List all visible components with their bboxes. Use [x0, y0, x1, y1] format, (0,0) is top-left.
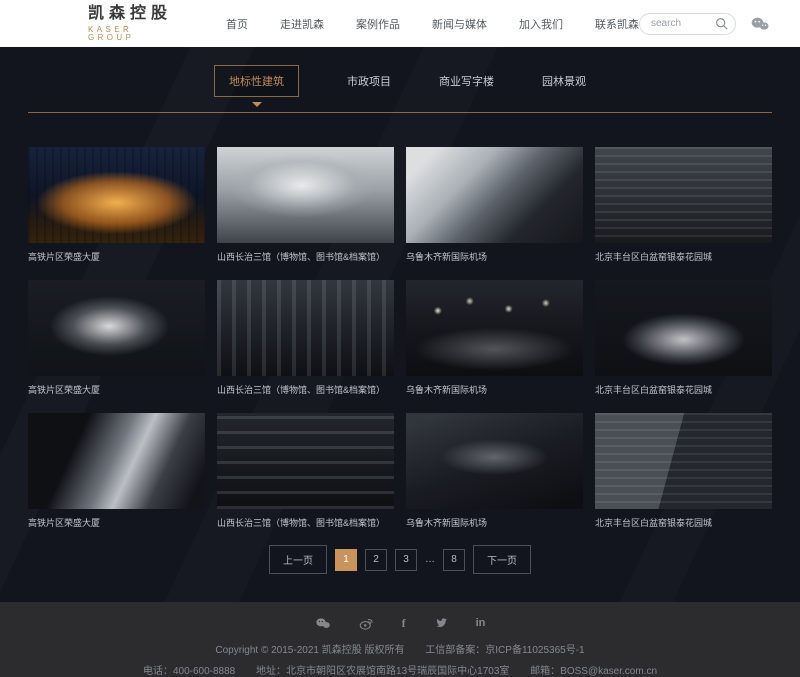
- search-icon[interactable]: [715, 17, 728, 30]
- search-input[interactable]: [651, 18, 715, 29]
- project-card[interactable]: 北京丰台区白盆窑银泰花园城: [595, 147, 772, 263]
- search-box[interactable]: [639, 13, 736, 35]
- section-divider: [28, 112, 772, 113]
- project-card[interactable]: 北京丰台区白盆窑银泰花园城: [595, 280, 772, 396]
- icp-number: 工信部备案：京ICP备11025365号-1: [425, 645, 584, 656]
- pagination: 上一页 1 2 3 … 8 下一页: [0, 545, 800, 602]
- project-thumbnail[interactable]: [595, 413, 772, 509]
- project-caption: 山西长治三馆（博物馆、图书馆&档案馆）: [217, 251, 394, 263]
- brand-logo[interactable]: 凯森控股 KASER GROUP: [88, 6, 180, 42]
- project-thumbnail[interactable]: [217, 147, 394, 243]
- project-thumbnail[interactable]: [406, 413, 583, 509]
- portfolio-section: 地标性建筑 市政项目 商业写字楼 园林景观 高铁片区荣盛大厦 山西长治三馆（博物…: [0, 47, 800, 602]
- address-text: 地址：北京市朝阳区农展馆南路13号瑞辰国际中心1703室: [256, 666, 509, 677]
- project-thumbnail[interactable]: [28, 280, 205, 376]
- project-card[interactable]: 北京丰台区白盆窑银泰花园城: [595, 413, 772, 529]
- project-caption: 山西长治三馆（博物馆、图书馆&档案馆）: [217, 384, 394, 396]
- logo-chinese-name: 凯森控股: [88, 6, 180, 22]
- project-caption: 乌鲁木齐新国际机场: [406, 384, 583, 396]
- project-thumbnail[interactable]: [595, 280, 772, 376]
- project-caption: 北京丰台区白盆窑银泰花园城: [595, 384, 772, 396]
- page-ellipsis: …: [425, 554, 435, 565]
- nav-item-portfolio[interactable]: 案例作品: [356, 16, 400, 32]
- project-thumbnail[interactable]: [406, 280, 583, 376]
- project-card[interactable]: 乌鲁木齐新国际机场: [406, 280, 583, 396]
- project-caption: 高铁片区荣盛大厦: [28, 384, 205, 396]
- twitter-icon[interactable]: [434, 617, 448, 629]
- project-card[interactable]: 山西长治三馆（博物馆、图书馆&档案馆）: [217, 280, 394, 396]
- project-caption: 高铁片区荣盛大厦: [28, 251, 205, 263]
- page-number-2[interactable]: 2: [365, 549, 387, 571]
- project-card[interactable]: 高铁片区荣盛大厦: [28, 280, 205, 396]
- project-card[interactable]: 山西长治三馆（博物馆、图书馆&档案馆）: [217, 147, 394, 263]
- project-grid: 高铁片区荣盛大厦 山西长治三馆（博物馆、图书馆&档案馆） 乌鲁木齐新国际机场 北…: [28, 147, 772, 529]
- main-nav: 首页 走进凯森 案例作品 新闻与媒体 加入我们 联系凯森: [226, 16, 639, 32]
- contact-line: 电话：400-600-8888 地址：北京市朝阳区农展馆南路13号瑞辰国际中心1…: [0, 662, 800, 677]
- page-number-8[interactable]: 8: [443, 549, 465, 571]
- project-thumbnail[interactable]: [28, 413, 205, 509]
- nav-item-home[interactable]: 首页: [226, 16, 248, 32]
- project-card[interactable]: 乌鲁木齐新国际机场: [406, 413, 583, 529]
- project-thumbnail[interactable]: [217, 280, 394, 376]
- prev-page-button[interactable]: 上一页: [269, 545, 327, 574]
- site-header: 凯森控股 KASER GROUP 首页 走进凯森 案例作品 新闻与媒体 加入我们…: [0, 0, 800, 47]
- project-card[interactable]: 高铁片区荣盛大厦: [28, 147, 205, 263]
- project-thumbnail[interactable]: [406, 147, 583, 243]
- project-caption: 乌鲁木齐新国际机场: [406, 517, 583, 529]
- project-card[interactable]: 乌鲁木齐新国际机场: [406, 147, 583, 263]
- project-caption: 北京丰台区白盆窑银泰花园城: [595, 251, 772, 263]
- tab-municipal-projects[interactable]: 市政项目: [347, 66, 391, 96]
- nav-item-contact[interactable]: 联系凯森: [595, 16, 639, 32]
- project-caption: 乌鲁木齐新国际机场: [406, 251, 583, 263]
- nav-item-about[interactable]: 走进凯森: [280, 16, 324, 32]
- site-footer: f in Copyright © 2015-2021 凯森控股 版权所有 工信部…: [0, 602, 800, 677]
- project-card[interactable]: 山西长治三馆（博物馆、图书馆&档案馆）: [217, 413, 394, 529]
- copyright-text: Copyright © 2015-2021 凯森控股 版权所有: [215, 645, 404, 656]
- project-caption: 高铁片区荣盛大厦: [28, 517, 205, 529]
- linkedin-icon[interactable]: in: [476, 617, 486, 629]
- next-page-button[interactable]: 下一页: [473, 545, 531, 574]
- category-tabs: 地标性建筑 市政项目 商业写字楼 园林景观: [0, 47, 800, 97]
- copyright-line: Copyright © 2015-2021 凯森控股 版权所有 工信部备案：京I…: [0, 641, 800, 656]
- wechat-icon[interactable]: [315, 617, 331, 629]
- project-caption: 山西长治三馆（博物馆、图书馆&档案馆）: [217, 517, 394, 529]
- nav-item-join[interactable]: 加入我们: [519, 16, 563, 32]
- tab-commercial-offices[interactable]: 商业写字楼: [439, 66, 494, 96]
- email-text: 邮箱：BOSS@kaser.com.cn: [530, 666, 657, 677]
- facebook-icon[interactable]: f: [402, 616, 406, 631]
- project-thumbnail[interactable]: [217, 413, 394, 509]
- logo-english-name: KASER GROUP: [88, 26, 180, 42]
- project-caption: 北京丰台区白盆窑银泰花园城: [595, 517, 772, 529]
- tab-landscape[interactable]: 园林景观: [542, 66, 586, 96]
- social-links: f in: [0, 615, 800, 631]
- weibo-icon[interactable]: [359, 617, 374, 630]
- project-card[interactable]: 高铁片区荣盛大厦: [28, 413, 205, 529]
- phone-text: 电话：400-600-8888: [143, 666, 235, 677]
- page-number-3[interactable]: 3: [395, 549, 417, 571]
- project-thumbnail[interactable]: [28, 147, 205, 243]
- project-thumbnail[interactable]: [595, 147, 772, 243]
- tab-landmark-buildings[interactable]: 地标性建筑: [214, 65, 299, 97]
- page-number-1[interactable]: 1: [335, 549, 357, 571]
- nav-item-news[interactable]: 新闻与媒体: [432, 16, 487, 32]
- wechat-icon[interactable]: [750, 16, 770, 31]
